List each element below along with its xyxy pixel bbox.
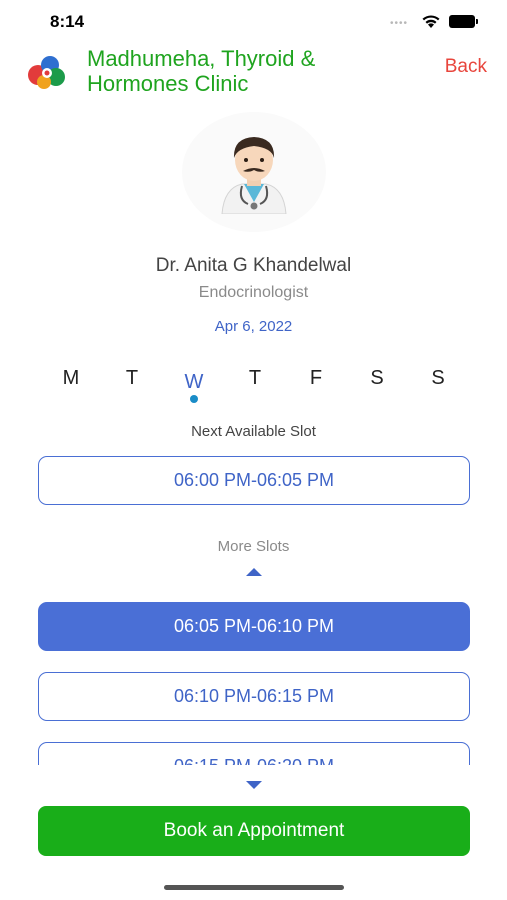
day-sunday[interactable]: S (423, 367, 453, 390)
signal-icon: •••• (390, 18, 409, 29)
selected-day-indicator (190, 395, 198, 403)
day-monday[interactable]: M (56, 367, 86, 390)
doctor-specialty: Endocrinologist (198, 284, 309, 301)
more-slots-title: More Slots (217, 538, 290, 555)
selected-date[interactable]: Apr 6, 2022 (0, 318, 507, 335)
doctor-emoji-icon (221, 137, 287, 214)
doctor-name: Dr. Anita G Khandelwal (155, 255, 352, 276)
back-button[interactable]: Back (445, 56, 487, 78)
more-slots-list[interactable]: 06:05 PM-06:10 PM 06:10 PM-06:15 PM 06:1… (0, 590, 507, 765)
status-bar: 8:14 •••• (0, 0, 507, 44)
slot-item[interactable]: 06:10 PM-06:15 PM (38, 672, 470, 721)
caret-down-icon[interactable] (245, 780, 263, 790)
day-thursday[interactable]: T (240, 367, 270, 390)
next-slot-button[interactable]: 06:00 PM-06:05 PM (38, 456, 470, 505)
status-time: 8:14 (50, 12, 85, 31)
doctor-avatar (182, 112, 326, 232)
day-friday[interactable]: F (301, 367, 331, 390)
day-saturday[interactable]: S (362, 367, 392, 390)
book-appointment-button[interactable]: Book an Appointment (38, 806, 470, 856)
home-indicator[interactable] (164, 885, 344, 890)
wifi-icon (422, 15, 440, 28)
day-tuesday[interactable]: T (117, 367, 147, 390)
battery-icon (449, 15, 479, 29)
clinic-name: Madhumeha, Thyroid & Hormones Clinic (87, 46, 316, 96)
slot-item[interactable]: 06:15 PM-06:20 PM (38, 742, 470, 765)
slot-item[interactable]: 06:05 PM-06:10 PM (38, 602, 470, 651)
next-slot-title: Next Available Slot (191, 423, 316, 440)
day-wednesday[interactable]: W (179, 371, 209, 394)
clinic-logo-icon (28, 56, 65, 89)
caret-up-icon[interactable] (245, 567, 263, 577)
